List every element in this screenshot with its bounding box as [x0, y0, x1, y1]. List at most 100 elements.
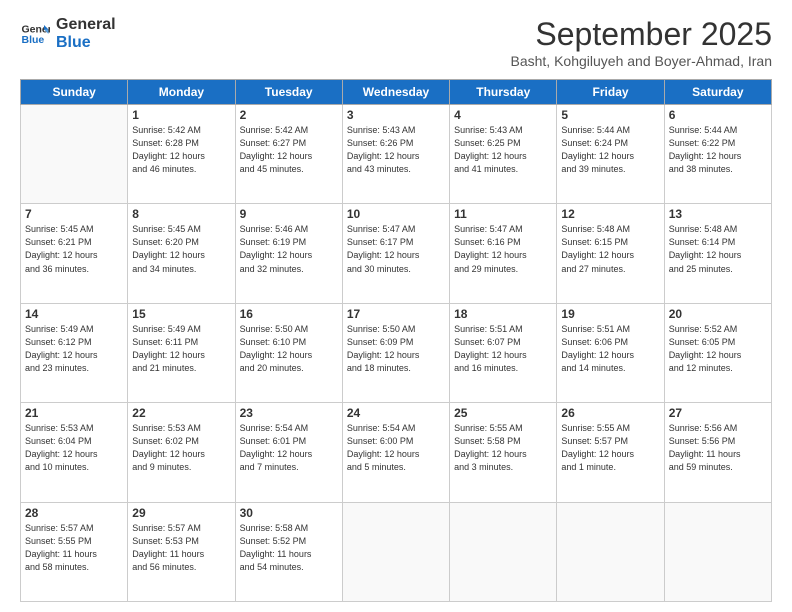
- day-number: 23: [240, 406, 338, 420]
- day-number: 9: [240, 207, 338, 221]
- day-info: Sunrise: 5:51 AM Sunset: 6:06 PM Dayligh…: [561, 323, 659, 375]
- calendar-cell: 7 Sunrise: 5:45 AM Sunset: 6:21 PM Daylig…: [21, 204, 128, 303]
- calendar-header-wednesday: Wednesday: [342, 80, 449, 105]
- day-number: 19: [561, 307, 659, 321]
- day-number: 12: [561, 207, 659, 221]
- title-block: September 2025 Basht, Kohgiluyeh and Boy…: [511, 16, 773, 69]
- day-info: Sunrise: 5:50 AM Sunset: 6:09 PM Dayligh…: [347, 323, 445, 375]
- day-info: Sunrise: 5:44 AM Sunset: 6:22 PM Dayligh…: [669, 124, 767, 176]
- calendar-cell: 15 Sunrise: 5:49 AM Sunset: 6:11 PM Dayli…: [128, 303, 235, 402]
- calendar-header-row: SundayMondayTuesdayWednesdayThursdayFrid…: [21, 80, 772, 105]
- day-info: Sunrise: 5:45 AM Sunset: 6:21 PM Dayligh…: [25, 223, 123, 275]
- calendar-header-sunday: Sunday: [21, 80, 128, 105]
- day-info: Sunrise: 5:47 AM Sunset: 6:17 PM Dayligh…: [347, 223, 445, 275]
- calendar-cell: 18 Sunrise: 5:51 AM Sunset: 6:07 PM Dayli…: [450, 303, 557, 402]
- day-number: 15: [132, 307, 230, 321]
- calendar-cell: 9Sunrise: 5:46 AM Sunset: 6:19 PM Daylig…: [235, 204, 342, 303]
- day-info: Sunrise: 5:43 AM Sunset: 6:26 PM Dayligh…: [347, 124, 445, 176]
- calendar-cell: [450, 502, 557, 601]
- calendar-cell: 24Sunrise: 5:54 AM Sunset: 6:00 PM Dayli…: [342, 403, 449, 502]
- day-info: Sunrise: 5:49 AM Sunset: 6:11 PM Dayligh…: [132, 323, 230, 375]
- day-number: 7: [25, 207, 123, 221]
- day-info: Sunrise: 5:57 AM Sunset: 5:53 PM Dayligh…: [132, 522, 230, 574]
- day-info: Sunrise: 5:48 AM Sunset: 6:14 PM Dayligh…: [669, 223, 767, 275]
- calendar-cell: 27 Sunrise: 5:56 AM Sunset: 5:56 PM Dayli…: [664, 403, 771, 502]
- day-number: 2: [240, 108, 338, 122]
- svg-text:Blue: Blue: [22, 34, 45, 46]
- day-info: Sunrise: 5:55 AM Sunset: 5:58 PM Dayligh…: [454, 422, 552, 474]
- calendar-cell: [21, 105, 128, 204]
- day-info: Sunrise: 5:50 AM Sunset: 6:10 PM Dayligh…: [240, 323, 338, 375]
- calendar-table: SundayMondayTuesdayWednesdayThursdayFrid…: [20, 79, 772, 602]
- day-info: Sunrise: 5:47 AM Sunset: 6:16 PM Dayligh…: [454, 223, 552, 275]
- calendar-header-saturday: Saturday: [664, 80, 771, 105]
- day-number: 14: [25, 307, 123, 321]
- day-number: 17: [347, 307, 445, 321]
- calendar-week-5: 28 Sunrise: 5:57 AM Sunset: 5:55 PM Dayli…: [21, 502, 772, 601]
- day-number: 25: [454, 406, 552, 420]
- calendar-week-4: 21Sunrise: 5:53 AM Sunset: 6:04 PM Dayli…: [21, 403, 772, 502]
- logo-icon: General Blue: [20, 19, 50, 49]
- day-number: 28: [25, 506, 123, 520]
- calendar-cell: 5Sunrise: 5:44 AM Sunset: 6:24 PM Daylig…: [557, 105, 664, 204]
- calendar-cell: 21Sunrise: 5:53 AM Sunset: 6:04 PM Dayli…: [21, 403, 128, 502]
- calendar-week-2: 7 Sunrise: 5:45 AM Sunset: 6:21 PM Daylig…: [21, 204, 772, 303]
- subtitle: Basht, Kohgiluyeh and Boyer-Ahmad, Iran: [511, 53, 773, 69]
- calendar-header-monday: Monday: [128, 80, 235, 105]
- day-info: Sunrise: 5:56 AM Sunset: 5:56 PM Dayligh…: [669, 422, 767, 474]
- day-info: Sunrise: 5:42 AM Sunset: 6:28 PM Dayligh…: [132, 124, 230, 176]
- month-title: September 2025: [511, 16, 773, 53]
- calendar-cell: 13Sunrise: 5:48 AM Sunset: 6:14 PM Dayli…: [664, 204, 771, 303]
- day-info: Sunrise: 5:58 AM Sunset: 5:52 PM Dayligh…: [240, 522, 338, 574]
- calendar-cell: 22Sunrise: 5:53 AM Sunset: 6:02 PM Dayli…: [128, 403, 235, 502]
- day-info: Sunrise: 5:44 AM Sunset: 6:24 PM Dayligh…: [561, 124, 659, 176]
- day-info: Sunrise: 5:51 AM Sunset: 6:07 PM Dayligh…: [454, 323, 552, 375]
- calendar-header-thursday: Thursday: [450, 80, 557, 105]
- calendar-cell: 12 Sunrise: 5:48 AM Sunset: 6:15 PM Dayli…: [557, 204, 664, 303]
- day-number: 20: [669, 307, 767, 321]
- day-number: 11: [454, 207, 552, 221]
- calendar-cell: 25 Sunrise: 5:55 AM Sunset: 5:58 PM Dayli…: [450, 403, 557, 502]
- day-number: 3: [347, 108, 445, 122]
- calendar-cell: 2 Sunrise: 5:42 AM Sunset: 6:27 PM Daylig…: [235, 105, 342, 204]
- day-info: Sunrise: 5:52 AM Sunset: 6:05 PM Dayligh…: [669, 323, 767, 375]
- calendar-cell: 29 Sunrise: 5:57 AM Sunset: 5:53 PM Dayli…: [128, 502, 235, 601]
- day-info: Sunrise: 5:53 AM Sunset: 6:02 PM Dayligh…: [132, 422, 230, 474]
- calendar-cell: 17 Sunrise: 5:50 AM Sunset: 6:09 PM Dayli…: [342, 303, 449, 402]
- calendar-cell: [342, 502, 449, 601]
- day-number: 10: [347, 207, 445, 221]
- day-number: 1: [132, 108, 230, 122]
- calendar-cell: 26 Sunrise: 5:55 AM Sunset: 5:57 PM Dayli…: [557, 403, 664, 502]
- day-info: Sunrise: 5:45 AM Sunset: 6:20 PM Dayligh…: [132, 223, 230, 275]
- calendar-week-1: 1 Sunrise: 5:42 AM Sunset: 6:28 PM Daylig…: [21, 105, 772, 204]
- logo-general: General: [56, 16, 116, 34]
- calendar-cell: 20 Sunrise: 5:52 AM Sunset: 6:05 PM Dayli…: [664, 303, 771, 402]
- day-info: Sunrise: 5:42 AM Sunset: 6:27 PM Dayligh…: [240, 124, 338, 176]
- day-number: 24: [347, 406, 445, 420]
- calendar-cell: 28 Sunrise: 5:57 AM Sunset: 5:55 PM Dayli…: [21, 502, 128, 601]
- calendar-cell: [664, 502, 771, 601]
- logo-blue: Blue: [56, 34, 116, 52]
- day-number: 16: [240, 307, 338, 321]
- day-number: 18: [454, 307, 552, 321]
- day-number: 8: [132, 207, 230, 221]
- day-number: 27: [669, 406, 767, 420]
- calendar-header-friday: Friday: [557, 80, 664, 105]
- calendar-week-3: 14 Sunrise: 5:49 AM Sunset: 6:12 PM Dayli…: [21, 303, 772, 402]
- page: General Blue General Blue September 2025…: [0, 0, 792, 612]
- day-number: 29: [132, 506, 230, 520]
- day-info: Sunrise: 5:54 AM Sunset: 6:01 PM Dayligh…: [240, 422, 338, 474]
- calendar-cell: 3 Sunrise: 5:43 AM Sunset: 6:26 PM Daylig…: [342, 105, 449, 204]
- day-info: Sunrise: 5:55 AM Sunset: 5:57 PM Dayligh…: [561, 422, 659, 474]
- day-info: Sunrise: 5:57 AM Sunset: 5:55 PM Dayligh…: [25, 522, 123, 574]
- day-number: 26: [561, 406, 659, 420]
- day-info: Sunrise: 5:43 AM Sunset: 6:25 PM Dayligh…: [454, 124, 552, 176]
- calendar-cell: 23 Sunrise: 5:54 AM Sunset: 6:01 PM Dayli…: [235, 403, 342, 502]
- calendar-cell: [557, 502, 664, 601]
- calendar-header-tuesday: Tuesday: [235, 80, 342, 105]
- day-info: Sunrise: 5:49 AM Sunset: 6:12 PM Dayligh…: [25, 323, 123, 375]
- calendar-cell: 19 Sunrise: 5:51 AM Sunset: 6:06 PM Dayli…: [557, 303, 664, 402]
- logo: General Blue General Blue: [20, 16, 116, 51]
- day-number: 21: [25, 406, 123, 420]
- day-info: Sunrise: 5:48 AM Sunset: 6:15 PM Dayligh…: [561, 223, 659, 275]
